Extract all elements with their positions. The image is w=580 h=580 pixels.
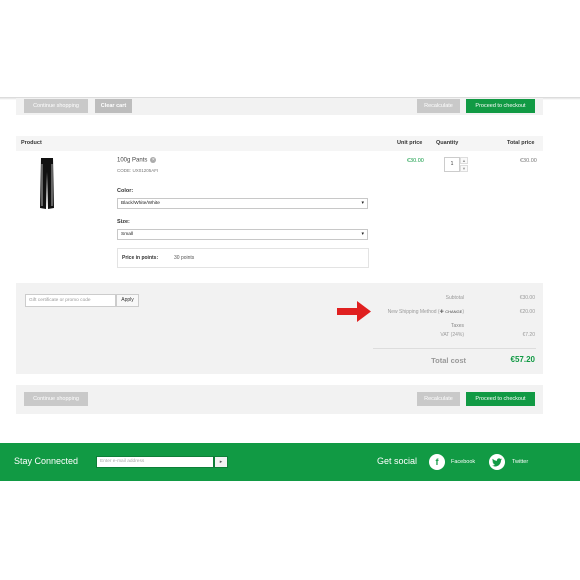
size-label: Size: xyxy=(117,219,130,225)
proceed-to-checkout-button-bottom[interactable]: Proceed to checkout xyxy=(466,392,535,406)
product-code: CODE: UX01205AFI xyxy=(117,168,159,173)
bottom-action-bar xyxy=(16,385,543,414)
points-value: 30 points xyxy=(174,255,195,261)
twitter-icon[interactable] xyxy=(489,454,505,470)
chevron-down-icon: ▾ xyxy=(361,200,364,206)
subtotal-label: Subtotal xyxy=(445,295,464,301)
recalculate-button[interactable]: Recalculate xyxy=(417,99,460,113)
product-name[interactable]: 100g Pants × xyxy=(117,157,157,164)
total-cost-label: Total cost xyxy=(431,356,466,365)
plus-icon[interactable]: ✚ xyxy=(440,309,444,315)
color-select[interactable]: Black/White/White ▾ xyxy=(117,198,368,209)
subtotal-value: €30.00 xyxy=(519,295,535,301)
total-cost-value: €57.20 xyxy=(510,355,535,364)
cart-table-header: Product Unit price Quantity Total price xyxy=(16,136,543,151)
vat-label: VAT (24%) xyxy=(440,332,464,338)
continue-shopping-button[interactable]: Continue shopping xyxy=(24,99,88,113)
arrow-annotation-icon xyxy=(337,301,371,322)
proceed-to-checkout-button[interactable]: Proceed to checkout xyxy=(466,99,535,113)
promo-code-input[interactable]: Gift certificate or promo code xyxy=(25,294,116,307)
facebook-link[interactable]: Facebook xyxy=(451,459,475,465)
remove-icon[interactable]: × xyxy=(150,157,157,163)
get-social-heading: Get social xyxy=(377,456,418,466)
facebook-icon[interactable]: f xyxy=(429,454,445,470)
clear-cart-button[interactable]: Clear cart xyxy=(95,99,132,113)
arrow-right-icon: ▸ xyxy=(219,459,223,465)
cart-page: Continue shopping Clear cart Recalculate… xyxy=(0,0,580,580)
chevron-down-icon: ▾ xyxy=(361,231,364,237)
product-image[interactable] xyxy=(38,158,56,210)
twitter-link[interactable]: Twitter xyxy=(512,459,528,465)
change-shipping-link[interactable]: CHANGE xyxy=(445,309,462,314)
newsletter-email-input[interactable]: Enter e-mail address xyxy=(96,456,214,468)
shipping-close: ) xyxy=(462,309,464,315)
header-product: Product xyxy=(21,140,42,146)
row-total-price: €30.00 xyxy=(520,158,537,164)
color-label: Color: xyxy=(117,188,134,194)
quantity-decrease[interactable]: ▼ xyxy=(460,165,468,172)
vat-value: €7.20 xyxy=(522,332,535,338)
recalculate-button-bottom[interactable]: Recalculate xyxy=(417,392,460,406)
header-quantity: Quantity xyxy=(436,140,459,146)
unit-price: €30.00 xyxy=(407,158,424,164)
stay-connected-heading: Stay Connected xyxy=(14,456,79,466)
header-unit-price: Unit price xyxy=(397,140,423,146)
size-select[interactable]: Small ▾ xyxy=(117,229,368,240)
apply-promo-button[interactable]: Apply xyxy=(116,294,139,307)
newsletter-submit-button[interactable]: ▸ xyxy=(214,456,228,468)
shipping-label: New Shipping Method ( xyxy=(387,309,440,315)
color-select-value: Black/White/White xyxy=(121,201,160,206)
points-box: Price in points: 30 points xyxy=(117,248,369,268)
points-label: Price in points: xyxy=(122,255,159,261)
taxes-label: Taxes xyxy=(450,323,464,329)
continue-shopping-button-bottom[interactable]: Continue shopping xyxy=(24,392,88,406)
size-select-value: Small xyxy=(121,232,133,237)
header-total-price: Total price xyxy=(507,140,535,146)
shipping-method: New Shipping Method (✚ CHANGE) xyxy=(374,309,464,315)
shipping-value: €20.00 xyxy=(519,309,535,315)
quantity-input[interactable]: 1 xyxy=(444,157,460,172)
summary-divider xyxy=(373,348,536,349)
quantity-increase[interactable]: ▲ xyxy=(460,157,468,164)
product-name-text[interactable]: 100g Pants xyxy=(117,158,147,164)
